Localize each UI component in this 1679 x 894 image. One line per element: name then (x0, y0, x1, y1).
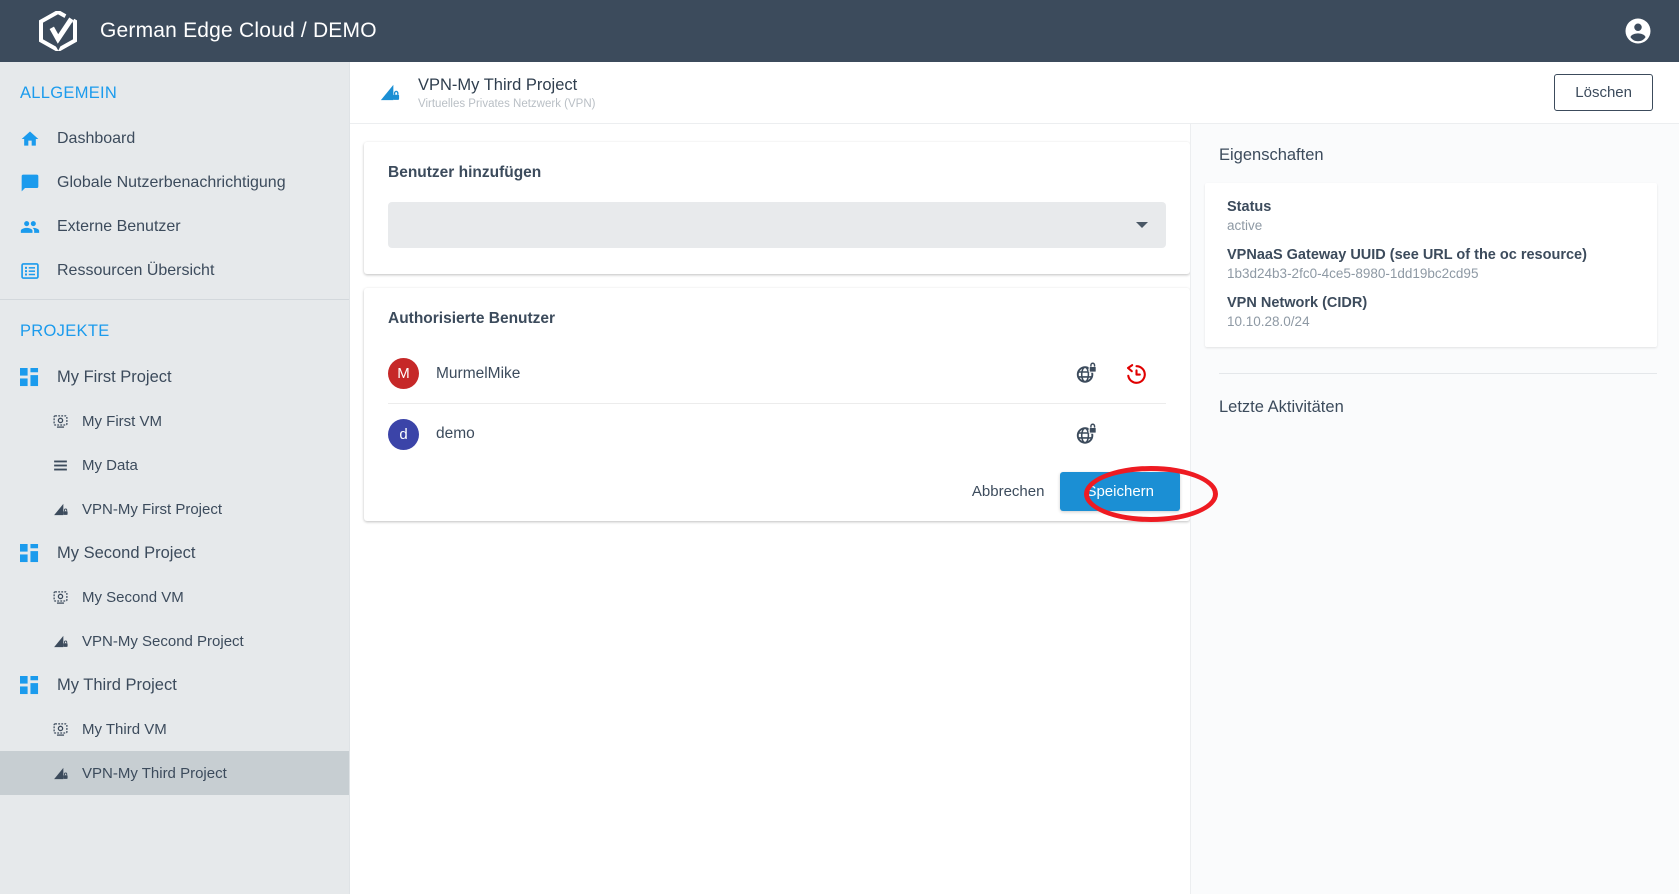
sidebar-item-label: My First VM (82, 412, 162, 430)
user-name: demo (436, 425, 475, 442)
property-key: VPNaaS Gateway UUID (see URL of the oc r… (1227, 247, 1587, 263)
sidebar-section-projekte-title: PROJEKTE (20, 322, 110, 340)
sidebar-item-my-second-vm[interactable]: My Second VM (0, 575, 349, 619)
delete-button[interactable]: Löschen (1554, 74, 1653, 111)
user-name: MurmelMike (436, 364, 521, 382)
sidebar-item-label: My First Project (57, 367, 172, 386)
sidebar-item-label: VPN-My Second Project (82, 632, 244, 650)
avatar: d (388, 418, 419, 450)
page-subtitle: Virtuelles Privates Netzwerk (VPN) (418, 97, 596, 110)
chat-bubble-icon (20, 173, 46, 193)
authorized-users-inner: Authorisierte Benutzer M MurmelMike d de… (364, 288, 1190, 464)
people-icon (20, 217, 46, 237)
content-area: VPN-My Third Project Virtuelles Privates… (350, 62, 1679, 894)
vm-icon (52, 413, 74, 430)
property-value: 10.10.28.0/24 (1227, 314, 1310, 329)
add-user-card: Benutzer hinzufügen (364, 142, 1190, 274)
list-box-icon (20, 261, 46, 281)
property-key: VPN Network (CIDR) (1227, 295, 1368, 311)
save-button[interactable]: Speichern (1060, 472, 1180, 511)
vpn-lock-icon (52, 765, 74, 782)
project-grid-icon (20, 675, 46, 695)
add-user-card-inner: Benutzer hinzufügen (364, 142, 1190, 274)
card-actions: Abbrechen Speichern (364, 464, 1190, 521)
authorized-users-card: Authorisierte Benutzer M MurmelMike d de… (364, 288, 1190, 521)
sidebar-item-my-first-project[interactable]: My First Project (0, 355, 349, 399)
sidebar-item-label: My Second Project (57, 543, 196, 562)
property-value: active (1227, 218, 1263, 233)
avatar: M (388, 358, 419, 389)
vpn-lock-icon (52, 633, 74, 650)
work-area: Benutzer hinzufügen Authorisierte Benutz… (350, 124, 1679, 894)
data-list-icon (52, 457, 74, 474)
property-value: 1b3d24b3-2fc0-4ce5-8980-1dd19bc2cd95 (1227, 266, 1479, 281)
row-actions (1074, 362, 1166, 386)
page-title: VPN-My Third Project (418, 76, 578, 95)
sidebar-item-label: VPN-My First Project (82, 500, 223, 518)
project-grid-icon (20, 543, 46, 563)
sidebar-item-dashboard[interactable]: Dashboard (0, 117, 349, 161)
vm-icon (52, 589, 74, 606)
vm-icon (52, 721, 74, 738)
sidebar-item-label: VPN-My Third Project (82, 764, 227, 782)
sidebar-item-my-third-vm[interactable]: My Third VM (0, 707, 349, 751)
globe-lock-icon[interactable] (1074, 422, 1098, 446)
sidebar-item-my-second-project[interactable]: My Second Project (0, 531, 349, 575)
history-restore-icon[interactable] (1124, 362, 1148, 386)
body-row: ALLGEMEIN Dashboard Globale Nutzerbenach… (0, 62, 1679, 894)
sidebar-item-vpn-my-first-project[interactable]: VPN-My First Project (0, 487, 349, 531)
sidebar-item-label: Ressourcen Übersicht (57, 262, 215, 279)
globe-lock-icon[interactable] (1074, 362, 1098, 386)
activities-title: Letzte Aktivitäten (1219, 398, 1344, 416)
sidebar-item-my-data[interactable]: My Data (0, 443, 349, 487)
table-row[interactable]: d demo (388, 404, 1166, 464)
sidebar-section-allgemein-title: ALLGEMEIN (20, 84, 118, 102)
sidebar-item-my-third-project[interactable]: My Third Project (0, 663, 349, 707)
sidebar-item-vpn-my-third-project[interactable]: VPN-My Third Project (0, 751, 349, 795)
sidebar-item-label: Externe Benutzer (57, 218, 181, 235)
gec-hexagon-logo[interactable] (28, 11, 88, 51)
sidebar-item-ressourcen-uebersicht[interactable]: Ressourcen Übersicht (0, 249, 349, 293)
user-select[interactable] (388, 202, 1166, 248)
page-header-texts: VPN-My Third Project Virtuelles Privates… (418, 75, 595, 110)
vpn-lock-icon (52, 501, 74, 518)
top-bar: German Edge Cloud / DEMO (0, 0, 1679, 62)
cancel-button[interactable]: Abbrechen (956, 473, 1061, 510)
sidebar-item-label: Globale Nutzerbenachrichtigung (57, 174, 286, 191)
table-row[interactable]: M MurmelMike (388, 344, 1166, 404)
app-root: German Edge Cloud / DEMO ALLGEMEIN Dashb… (0, 0, 1679, 894)
account-circle-icon[interactable] (1623, 16, 1653, 46)
main-column: Benutzer hinzufügen Authorisierte Benutz… (350, 124, 1190, 894)
properties-panel: Eigenschaften Status active VPNaaS Gatew… (1190, 124, 1679, 894)
properties-card: Status active VPNaaS Gateway UUID (see U… (1205, 183, 1657, 347)
project-grid-icon (20, 367, 46, 387)
sidebar-item-label: My Third VM (82, 720, 167, 738)
vpn-lock-icon (374, 81, 404, 104)
page-header: VPN-My Third Project Virtuelles Privates… (350, 62, 1679, 124)
row-actions (1074, 422, 1166, 446)
sidebar-item-globale-nutzerbenachrichtigung[interactable]: Globale Nutzerbenachrichtigung (0, 161, 349, 205)
authorized-users-label: Authorisierte Benutzer (388, 310, 556, 327)
sidebar-item-vpn-my-second-project[interactable]: VPN-My Second Project (0, 619, 349, 663)
property-key: Status (1227, 199, 1272, 215)
sidebar-item-label: Dashboard (57, 130, 136, 147)
sidebar-item-label: My Third Project (57, 675, 177, 694)
sidebar-item-externe-benutzer[interactable]: Externe Benutzer (0, 205, 349, 249)
properties-title: Eigenschaften (1219, 146, 1324, 164)
brand-title: German Edge Cloud / DEMO (100, 19, 377, 42)
sidebar-item-label: My Data (82, 456, 138, 474)
add-user-label: Benutzer hinzufügen (388, 164, 542, 181)
home-icon (20, 129, 46, 149)
chevron-down-icon (1136, 222, 1148, 228)
sidebar-item-my-first-vm[interactable]: My First VM (0, 399, 349, 443)
sidebar: ALLGEMEIN Dashboard Globale Nutzerbenach… (0, 62, 350, 894)
sidebar-item-label: My Second VM (82, 588, 184, 606)
